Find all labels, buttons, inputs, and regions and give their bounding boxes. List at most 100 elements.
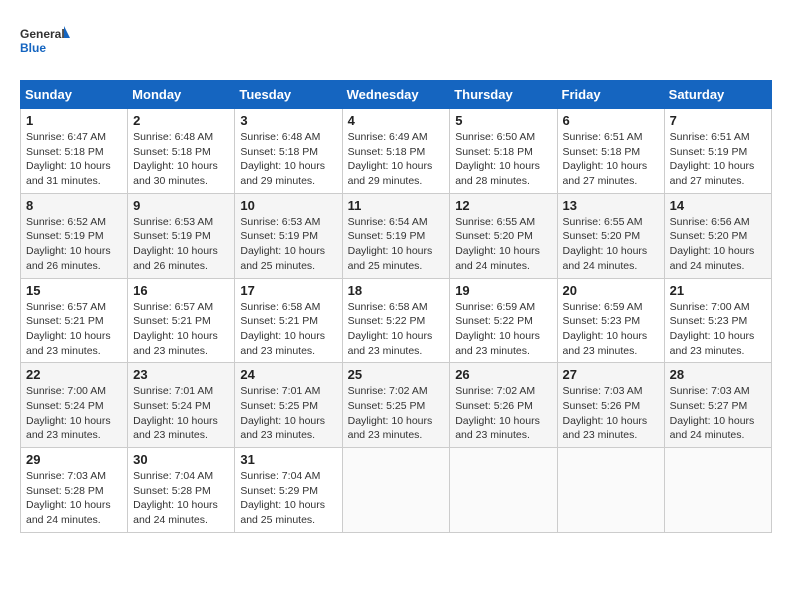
day-number: 30 (133, 452, 229, 467)
week-row-5: 29 Sunrise: 7:03 AMSunset: 5:28 PMDaylig… (21, 448, 772, 533)
day-cell: 27 Sunrise: 7:03 AMSunset: 5:26 PMDaylig… (557, 363, 664, 448)
day-cell (557, 448, 664, 533)
day-number: 23 (133, 367, 229, 382)
day-cell (342, 448, 450, 533)
day-info: Sunrise: 7:00 AMSunset: 5:24 PMDaylight:… (26, 385, 111, 441)
weekday-header-thursday: Thursday (450, 81, 557, 109)
day-info: Sunrise: 7:03 AMSunset: 5:27 PMDaylight:… (670, 385, 755, 441)
day-number: 20 (563, 283, 659, 298)
day-info: Sunrise: 6:48 AMSunset: 5:18 PMDaylight:… (240, 131, 325, 187)
day-info: Sunrise: 6:57 AMSunset: 5:21 PMDaylight:… (26, 301, 111, 357)
day-cell: 18 Sunrise: 6:58 AMSunset: 5:22 PMDaylig… (342, 278, 450, 363)
day-cell: 26 Sunrise: 7:02 AMSunset: 5:26 PMDaylig… (450, 363, 557, 448)
day-info: Sunrise: 6:58 AMSunset: 5:22 PMDaylight:… (348, 301, 433, 357)
day-cell: 12 Sunrise: 6:55 AMSunset: 5:20 PMDaylig… (450, 193, 557, 278)
day-info: Sunrise: 6:59 AMSunset: 5:22 PMDaylight:… (455, 301, 540, 357)
day-cell: 2 Sunrise: 6:48 AMSunset: 5:18 PMDayligh… (128, 109, 235, 194)
day-number: 19 (455, 283, 551, 298)
day-number: 21 (670, 283, 766, 298)
day-number: 12 (455, 198, 551, 213)
day-cell: 7 Sunrise: 6:51 AMSunset: 5:19 PMDayligh… (664, 109, 771, 194)
day-number: 3 (240, 113, 336, 128)
day-number: 28 (670, 367, 766, 382)
weekday-header-wednesday: Wednesday (342, 81, 450, 109)
day-number: 25 (348, 367, 445, 382)
day-number: 4 (348, 113, 445, 128)
day-number: 7 (670, 113, 766, 128)
svg-text:General: General (20, 27, 65, 41)
day-cell: 28 Sunrise: 7:03 AMSunset: 5:27 PMDaylig… (664, 363, 771, 448)
weekday-header-row: SundayMondayTuesdayWednesdayThursdayFrid… (21, 81, 772, 109)
day-cell: 19 Sunrise: 6:59 AMSunset: 5:22 PMDaylig… (450, 278, 557, 363)
day-cell: 15 Sunrise: 6:57 AMSunset: 5:21 PMDaylig… (21, 278, 128, 363)
day-cell: 30 Sunrise: 7:04 AMSunset: 5:28 PMDaylig… (128, 448, 235, 533)
day-cell: 11 Sunrise: 6:54 AMSunset: 5:19 PMDaylig… (342, 193, 450, 278)
day-info: Sunrise: 6:50 AMSunset: 5:18 PMDaylight:… (455, 131, 540, 187)
day-number: 14 (670, 198, 766, 213)
day-number: 26 (455, 367, 551, 382)
day-number: 24 (240, 367, 336, 382)
day-number: 27 (563, 367, 659, 382)
day-info: Sunrise: 6:51 AMSunset: 5:18 PMDaylight:… (563, 131, 648, 187)
day-info: Sunrise: 6:54 AMSunset: 5:19 PMDaylight:… (348, 216, 433, 272)
day-info: Sunrise: 6:52 AMSunset: 5:19 PMDaylight:… (26, 216, 111, 272)
day-info: Sunrise: 6:57 AMSunset: 5:21 PMDaylight:… (133, 301, 218, 357)
day-number: 15 (26, 283, 122, 298)
week-row-3: 15 Sunrise: 6:57 AMSunset: 5:21 PMDaylig… (21, 278, 772, 363)
day-number: 17 (240, 283, 336, 298)
day-info: Sunrise: 6:53 AMSunset: 5:19 PMDaylight:… (133, 216, 218, 272)
day-info: Sunrise: 7:04 AMSunset: 5:29 PMDaylight:… (240, 470, 325, 526)
day-cell: 1 Sunrise: 6:47 AMSunset: 5:18 PMDayligh… (21, 109, 128, 194)
weekday-header-friday: Friday (557, 81, 664, 109)
day-number: 29 (26, 452, 122, 467)
day-cell: 13 Sunrise: 6:55 AMSunset: 5:20 PMDaylig… (557, 193, 664, 278)
day-info: Sunrise: 6:51 AMSunset: 5:19 PMDaylight:… (670, 131, 755, 187)
day-info: Sunrise: 7:03 AMSunset: 5:26 PMDaylight:… (563, 385, 648, 441)
day-number: 16 (133, 283, 229, 298)
day-info: Sunrise: 6:55 AMSunset: 5:20 PMDaylight:… (455, 216, 540, 272)
day-info: Sunrise: 7:03 AMSunset: 5:28 PMDaylight:… (26, 470, 111, 526)
day-number: 8 (26, 198, 122, 213)
day-info: Sunrise: 6:48 AMSunset: 5:18 PMDaylight:… (133, 131, 218, 187)
day-number: 31 (240, 452, 336, 467)
logo-svg: General Blue (20, 20, 70, 64)
day-info: Sunrise: 7:01 AMSunset: 5:25 PMDaylight:… (240, 385, 325, 441)
day-number: 22 (26, 367, 122, 382)
calendar-table: SundayMondayTuesdayWednesdayThursdayFrid… (20, 80, 772, 533)
day-cell: 6 Sunrise: 6:51 AMSunset: 5:18 PMDayligh… (557, 109, 664, 194)
day-info: Sunrise: 7:00 AMSunset: 5:23 PMDaylight:… (670, 301, 755, 357)
weekday-header-monday: Monday (128, 81, 235, 109)
day-cell: 20 Sunrise: 6:59 AMSunset: 5:23 PMDaylig… (557, 278, 664, 363)
day-info: Sunrise: 6:55 AMSunset: 5:20 PMDaylight:… (563, 216, 648, 272)
week-row-2: 8 Sunrise: 6:52 AMSunset: 5:19 PMDayligh… (21, 193, 772, 278)
day-cell: 31 Sunrise: 7:04 AMSunset: 5:29 PMDaylig… (235, 448, 342, 533)
day-number: 1 (26, 113, 122, 128)
day-info: Sunrise: 6:49 AMSunset: 5:18 PMDaylight:… (348, 131, 433, 187)
day-cell: 24 Sunrise: 7:01 AMSunset: 5:25 PMDaylig… (235, 363, 342, 448)
day-cell: 16 Sunrise: 6:57 AMSunset: 5:21 PMDaylig… (128, 278, 235, 363)
logo: General Blue (20, 20, 70, 64)
week-row-4: 22 Sunrise: 7:00 AMSunset: 5:24 PMDaylig… (21, 363, 772, 448)
day-cell: 25 Sunrise: 7:02 AMSunset: 5:25 PMDaylig… (342, 363, 450, 448)
weekday-header-saturday: Saturday (664, 81, 771, 109)
day-cell: 9 Sunrise: 6:53 AMSunset: 5:19 PMDayligh… (128, 193, 235, 278)
day-number: 13 (563, 198, 659, 213)
day-number: 5 (455, 113, 551, 128)
day-cell: 14 Sunrise: 6:56 AMSunset: 5:20 PMDaylig… (664, 193, 771, 278)
day-info: Sunrise: 7:04 AMSunset: 5:28 PMDaylight:… (133, 470, 218, 526)
day-info: Sunrise: 6:58 AMSunset: 5:21 PMDaylight:… (240, 301, 325, 357)
day-number: 9 (133, 198, 229, 213)
day-cell: 8 Sunrise: 6:52 AMSunset: 5:19 PMDayligh… (21, 193, 128, 278)
day-info: Sunrise: 7:02 AMSunset: 5:26 PMDaylight:… (455, 385, 540, 441)
day-cell: 29 Sunrise: 7:03 AMSunset: 5:28 PMDaylig… (21, 448, 128, 533)
day-info: Sunrise: 7:02 AMSunset: 5:25 PMDaylight:… (348, 385, 433, 441)
day-number: 11 (348, 198, 445, 213)
weekday-header-tuesday: Tuesday (235, 81, 342, 109)
weekday-header-sunday: Sunday (21, 81, 128, 109)
day-info: Sunrise: 7:01 AMSunset: 5:24 PMDaylight:… (133, 385, 218, 441)
day-cell: 4 Sunrise: 6:49 AMSunset: 5:18 PMDayligh… (342, 109, 450, 194)
day-info: Sunrise: 6:47 AMSunset: 5:18 PMDaylight:… (26, 131, 111, 187)
week-row-1: 1 Sunrise: 6:47 AMSunset: 5:18 PMDayligh… (21, 109, 772, 194)
svg-text:Blue: Blue (20, 41, 46, 55)
day-info: Sunrise: 6:53 AMSunset: 5:19 PMDaylight:… (240, 216, 325, 272)
